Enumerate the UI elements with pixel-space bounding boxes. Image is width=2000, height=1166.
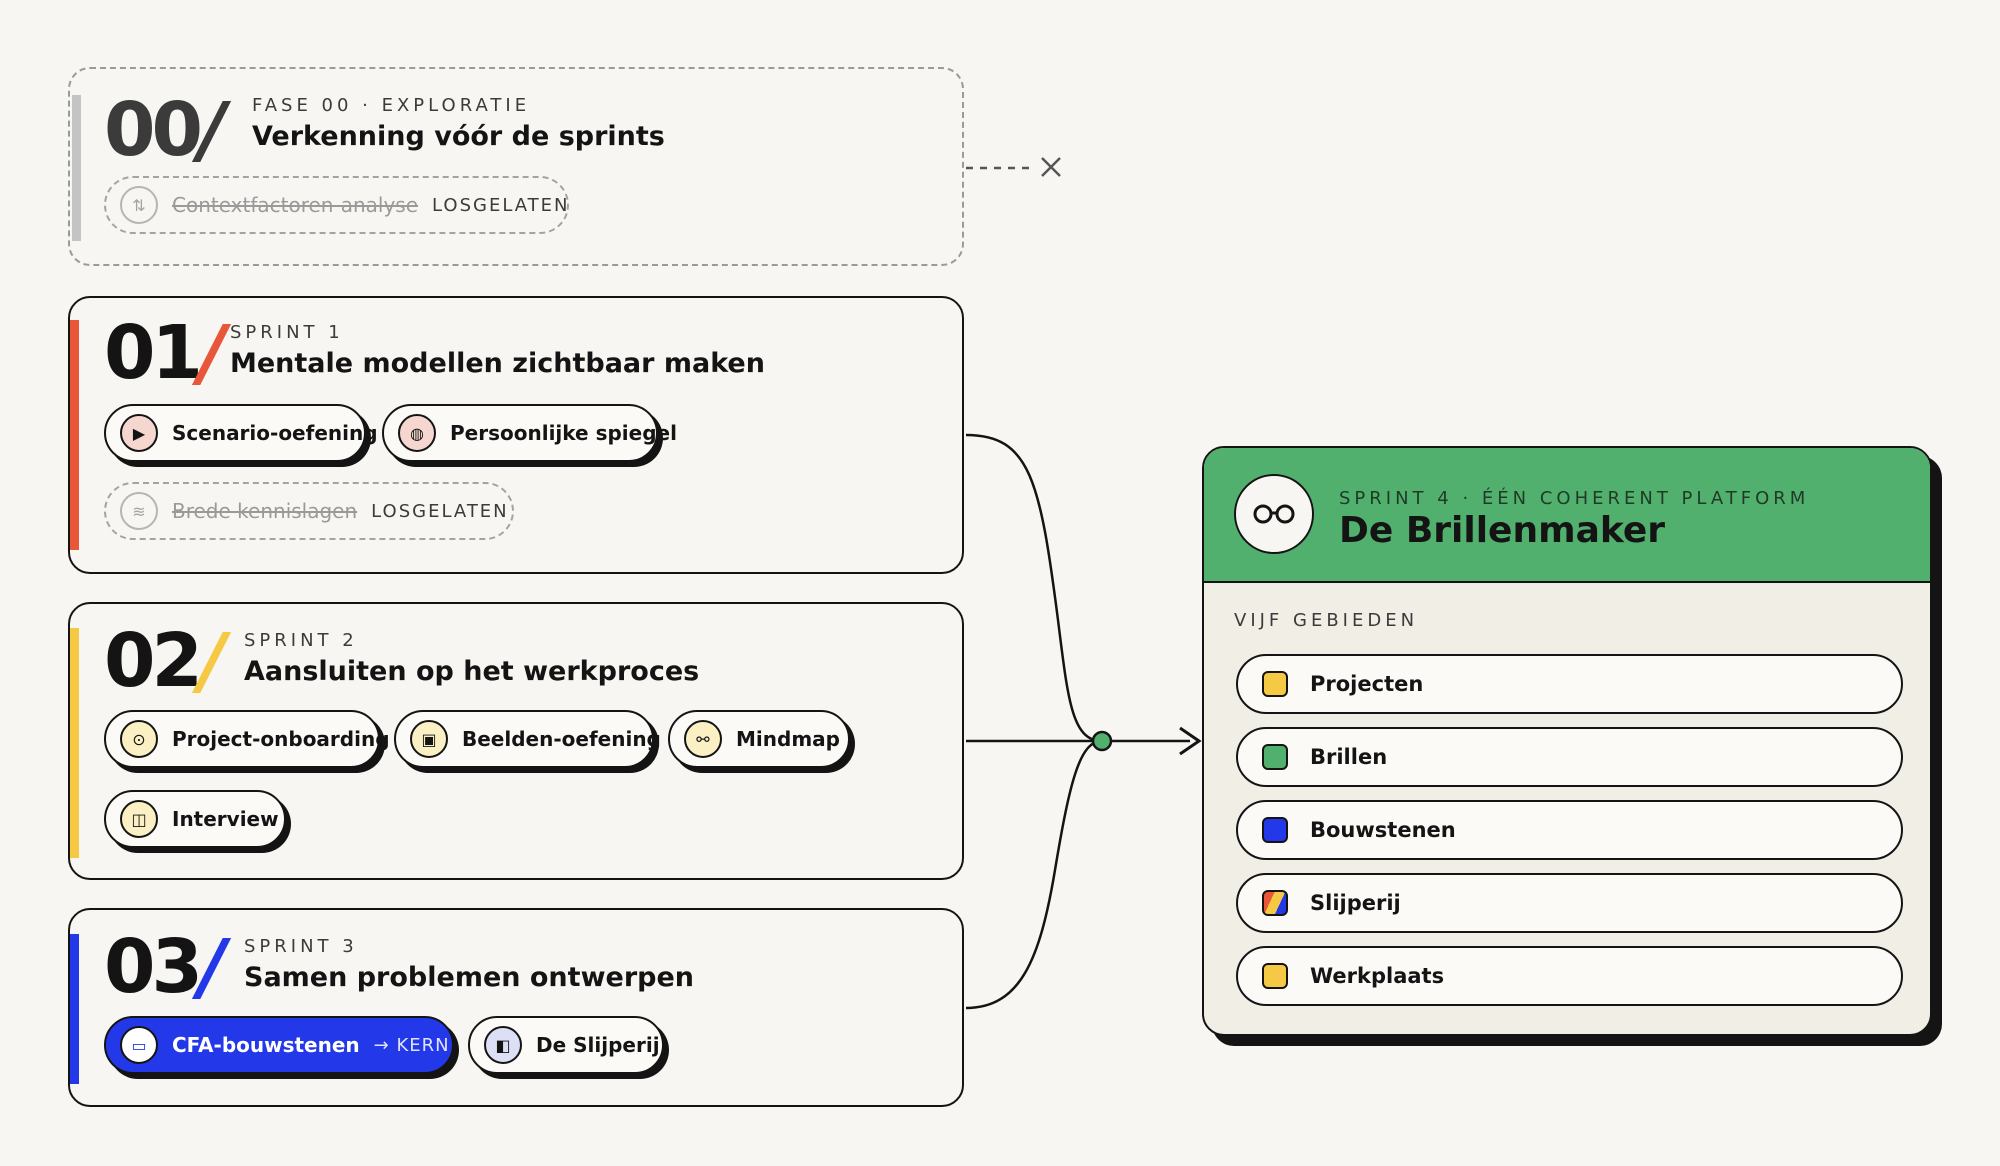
sprint3-number: 03/ [104,930,226,1004]
sprint3-accent [70,934,79,1084]
mirror-icon: ◍ [398,414,436,452]
area-swatch [1262,671,1288,697]
area-swatch [1262,890,1288,916]
sprint2-number: 02/ [104,624,226,698]
item-label: De Slijperij [536,1033,660,1057]
item-label: Scenario-oefening [172,421,378,445]
sprint3-item-slijperij[interactable]: ◧ De Slijperij [468,1016,664,1074]
phase0-number: 00/ [104,93,226,167]
merge-node [1091,730,1113,752]
area-label: Bouwstenen [1310,818,1456,842]
sprint2-kicker: SPRINT 2 [244,630,358,651]
area-swatch [1262,963,1288,989]
book-icon: ◧ [484,1026,522,1064]
sprint1-slash: / [198,310,226,396]
arrows-icon: ⇅ [120,186,158,224]
area-slijperij[interactable]: Slijperij [1236,873,1903,933]
area-projecten[interactable]: Projecten [1236,654,1903,714]
phase0-card: 00/ FASE 00 · EXPLORATIE Verkenning vóór… [68,67,964,266]
sprint3-card: 03/ SPRINT 3 Samen problemen ontwerpen ▭… [68,908,964,1107]
item-label: CFA-bouwstenen [172,1033,360,1057]
sprint2-item-beelden[interactable]: ▣ Beelden-oefening [394,710,661,768]
chat-icon: ◫ [120,800,158,838]
play-icon: ▶ [120,414,158,452]
sprint1-title: Mentale modellen zichtbaar maken [230,348,765,379]
dropped-tag: LOSGELATEN [432,194,570,216]
area-brillen[interactable]: Brillen [1236,727,1903,787]
item-label: Brede kennislagen [172,499,358,523]
sprint3-item-cfa-bouwstenen[interactable]: ▭ CFA-bouwstenen → KERN [104,1016,454,1074]
sprint2-accent [70,628,79,858]
sprint2-slash: / [198,618,226,704]
area-label: Brillen [1310,745,1388,769]
platform-header: SPRINT 4 · ÉÉN COHERENT PLATFORM De Bril… [1204,448,1930,583]
sprint1-card: 01/ SPRINT 1 Mentale modellen zichtbaar … [68,296,964,574]
area-label: Werkplaats [1310,964,1445,988]
platform-card: SPRINT 4 · ÉÉN COHERENT PLATFORM De Bril… [1202,446,1932,1036]
area-swatch [1262,817,1288,843]
sprint2-card: 02/ SPRINT 2 Aansluiten op het werkproce… [68,602,964,880]
platform-title: De Brillenmaker [1339,510,1666,551]
phase0-title: Verkenning vóór de sprints [252,121,665,152]
sprint1-number: 01/ [104,316,226,390]
platform-kicker: SPRINT 4 · ÉÉN COHERENT PLATFORM [1339,488,1810,509]
mindmap-icon: ⚯ [684,720,722,758]
sprint1-accent [70,320,79,550]
blocks-icon: ▭ [120,1026,158,1064]
sprint2-item-interview[interactable]: ◫ Interview [104,790,286,848]
sprint2-item-mindmap[interactable]: ⚯ Mindmap [668,710,850,768]
dropped-x-icon [1041,157,1061,177]
phase0-slash: / [198,87,226,173]
sprint2-title: Aansluiten op het werkproces [244,656,700,687]
phase0-number-text: 00 [104,87,203,173]
sprint2-number-text: 02 [104,618,203,704]
sprint1-connector [965,433,1103,743]
item-label: Persoonlijke spiegel [450,421,677,445]
sprint1-number-text: 01 [104,310,203,396]
area-werkplaats[interactable]: Werkplaats [1236,946,1903,1006]
glasses-icon [1234,474,1314,554]
item-label: Mindmap [736,727,840,751]
phase0-item-contextfactoren[interactable]: ⇅ Contextfactoren-analyse LOSGELATEN [104,176,569,234]
core-tag: → KERN [373,1034,450,1056]
area-bouwstenen[interactable]: Bouwstenen [1236,800,1903,860]
layers-icon: ≋ [120,492,158,530]
item-label: Beelden-oefening [462,727,661,751]
sprint1-item-kennislagen[interactable]: ≋ Brede kennislagen LOSGELATEN [104,482,514,540]
sprint3-kicker: SPRINT 3 [244,936,358,957]
sprint2-item-onboarding[interactable]: ⊙ Project-onboarding [104,710,390,768]
sprint1-item-spiegel[interactable]: ◍ Persoonlijke spiegel [382,404,677,462]
item-label: Interview [172,807,279,831]
sprint3-slash: / [198,924,226,1010]
dropped-tag: LOSGELATEN [371,500,509,522]
sprint1-item-scenario[interactable]: ▶ Scenario-oefening [104,404,378,462]
area-swatch [1262,744,1288,770]
phase0-kicker: FASE 00 · EXPLORATIE [252,95,531,116]
image-icon: ▣ [410,720,448,758]
area-label: Projecten [1310,672,1424,696]
area-label: Slijperij [1310,891,1401,915]
item-label: Contextfactoren-analyse [172,193,419,217]
pin-icon: ⊙ [120,720,158,758]
phase0-accent [72,95,81,241]
areas-title: VIJF GEBIEDEN [1234,610,1419,631]
sprint3-title: Samen problemen ontwerpen [244,962,694,993]
sprint3-number-text: 03 [104,924,203,1010]
sprint3-connector [965,739,1103,1010]
sprint1-kicker: SPRINT 1 [230,322,344,343]
item-label: Project-onboarding [172,727,390,751]
